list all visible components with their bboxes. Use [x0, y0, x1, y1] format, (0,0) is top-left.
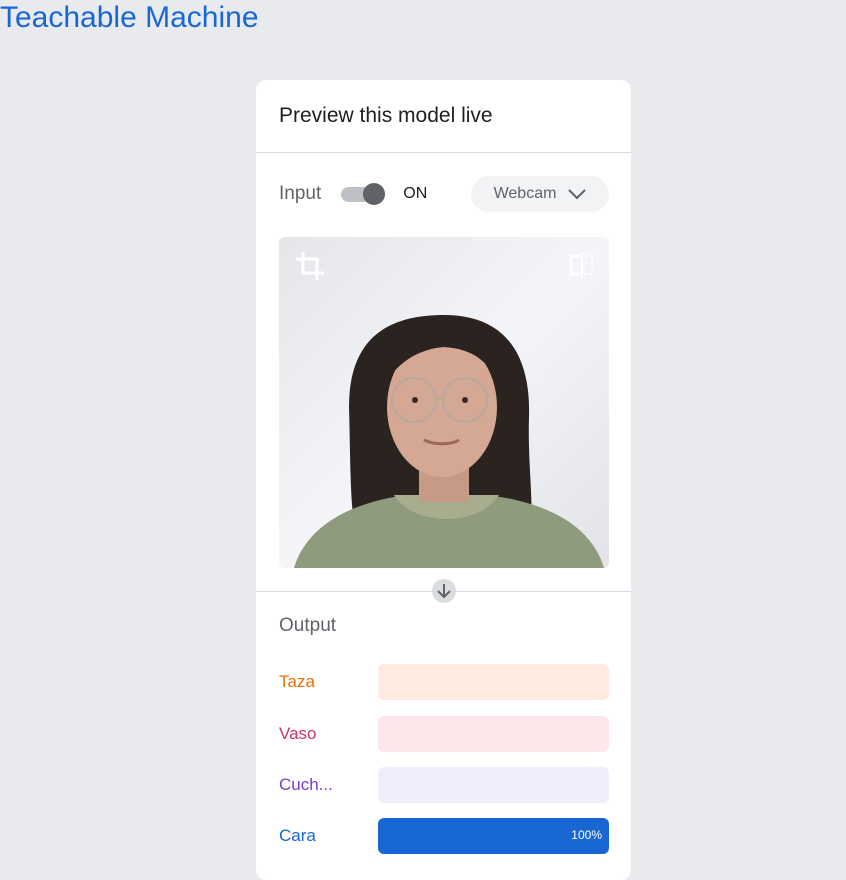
confidence-percent: 100%	[571, 828, 602, 842]
arrow-down-icon	[437, 584, 451, 599]
webcam-preview	[279, 237, 609, 568]
class-name: Vaso	[279, 724, 317, 743]
confidence-bar	[378, 664, 609, 700]
confidence-bar	[378, 767, 609, 803]
input-row: Input ON Webcam	[279, 176, 609, 212]
arrow-down-badge	[432, 579, 456, 603]
input-source-dropdown[interactable]: Webcam	[471, 176, 609, 212]
class-name: Cuch...	[279, 775, 333, 794]
toggle-state-label: ON	[403, 185, 428, 202]
output-row-cuchara: Cuch...	[279, 767, 609, 803]
output-row-taza: Taza	[279, 664, 609, 700]
webcam-frame-image	[279, 237, 609, 568]
class-name: Taza	[279, 672, 315, 691]
flip-horizontal-icon[interactable]	[568, 250, 596, 280]
app-title: Teachable Machine	[0, 1, 259, 34]
confidence-bar	[378, 716, 609, 752]
class-name: Cara	[279, 826, 316, 845]
confidence-bar: 100%	[378, 818, 609, 854]
preview-card: Preview this model live Input ON Webcam	[256, 80, 631, 880]
crop-icon[interactable]	[294, 250, 326, 282]
card-title: Preview this model live	[256, 80, 631, 153]
input-label: Input	[279, 183, 322, 204]
input-source-label: Webcam	[493, 185, 557, 202]
output-row-cara: Cara 100%	[279, 818, 609, 854]
output-label: Output	[279, 615, 337, 636]
chevron-down-icon	[568, 189, 587, 200]
input-toggle[interactable]	[341, 183, 387, 205]
output-row-vaso: Vaso	[279, 716, 609, 752]
toggle-knob	[363, 183, 386, 205]
